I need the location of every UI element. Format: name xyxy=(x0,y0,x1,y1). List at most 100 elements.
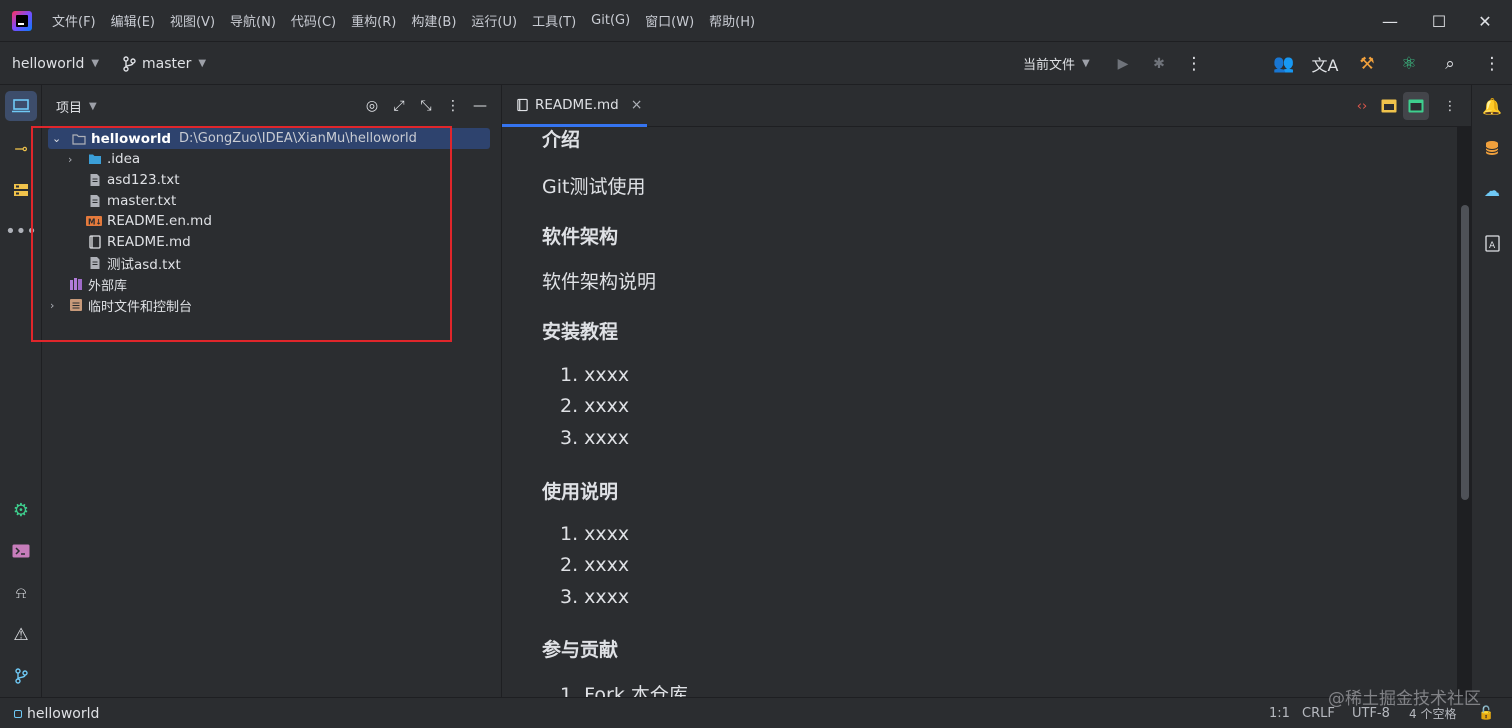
menu-file[interactable]: 文件(F) xyxy=(52,11,96,30)
root-folder-path: D:\GongZuo\IDEA\XianMu\helloworld xyxy=(179,131,417,146)
options-button[interactable]: ⋮ xyxy=(440,85,466,127)
intellij-logo-icon[interactable] xyxy=(12,10,32,31)
database-tool-button[interactable] xyxy=(1476,133,1508,163)
search-icon: ⌕ xyxy=(1445,53,1455,74)
search-button[interactable]: ⌕ xyxy=(1435,42,1465,85)
tree-item-scratches[interactable]: › 临时文件和控制台 xyxy=(50,295,192,315)
folder-icon xyxy=(72,133,86,145)
menu-view[interactable]: 视图(V) xyxy=(170,11,215,30)
menu-git[interactable]: Git(G) xyxy=(591,13,630,28)
menu-navigate[interactable]: 导航(N) xyxy=(230,11,276,30)
tab-close-icon[interactable]: × xyxy=(631,97,643,113)
tree-item-asd123[interactable]: asd123.txt xyxy=(88,170,180,190)
chevron-down-icon[interactable]: ⌄ xyxy=(52,132,66,145)
minimize-icon: — xyxy=(473,98,487,114)
panel-title[interactable]: 项目 xyxy=(56,97,82,116)
tree-item-test-asd[interactable]: 测试asd.txt xyxy=(88,253,181,273)
text-file-icon xyxy=(90,195,100,207)
menu-code[interactable]: 代码(C) xyxy=(291,11,336,30)
git-branch-icon xyxy=(123,55,136,72)
preview-icon xyxy=(1408,99,1424,113)
code-with-me-button[interactable]: 👥 xyxy=(1269,42,1299,85)
menu-help[interactable]: 帮助(H) xyxy=(709,11,755,30)
md-paragraph-intro: Git测试使用 xyxy=(542,176,646,198)
menu-run[interactable]: 运行(U) xyxy=(471,11,517,30)
minimize-button[interactable]: — xyxy=(1363,0,1417,42)
menu-edit[interactable]: 编辑(E) xyxy=(111,11,155,30)
structure-tool-button[interactable] xyxy=(5,175,37,205)
editor-only-mode-button[interactable]: ‹› xyxy=(1349,85,1375,127)
branch-name: master xyxy=(142,55,192,72)
more-vertical-icon: ⋮ xyxy=(1483,53,1501,74)
project-selector[interactable]: helloworld ▼ xyxy=(12,42,99,85)
tree-item-readme[interactable]: README.md xyxy=(88,232,191,252)
tree-item-master[interactable]: master.txt xyxy=(88,191,176,211)
preview-only-mode-button[interactable] xyxy=(1403,92,1429,120)
services-tool-button[interactable]: ⚙ xyxy=(5,495,37,525)
menu-tools[interactable]: 工具(T) xyxy=(532,11,576,30)
more-tools-button[interactable]: ••• xyxy=(5,216,37,246)
notifications-button[interactable]: 🔔 xyxy=(1476,91,1508,121)
preview-scrollbar[interactable] xyxy=(1461,205,1469,500)
status-bar: helloworld 1:1 CRLF UTF-8 4 个空格 🔓 xyxy=(0,697,1512,728)
project-tool-button[interactable] xyxy=(5,91,37,121)
menu-refactor[interactable]: 重构(R) xyxy=(351,11,396,30)
svg-text:M↓: M↓ xyxy=(88,218,102,227)
editor-and-preview-button[interactable] xyxy=(1376,85,1402,127)
status-project[interactable]: helloworld xyxy=(14,698,99,728)
play-icon: ▶ xyxy=(1117,55,1129,72)
editor-area: README.md × ‹› ⋮ 介绍 Git测试使用 软件架构 软件架构说明 … xyxy=(502,85,1471,697)
build-tools-button[interactable]: ⚒ xyxy=(1352,42,1382,85)
commit-tool-button[interactable]: ⊸ xyxy=(5,133,37,163)
chevron-right-icon[interactable]: › xyxy=(50,299,64,312)
close-button[interactable]: ✕ xyxy=(1458,0,1512,42)
project-name: helloworld xyxy=(12,55,85,72)
more-actions-button[interactable]: ⋮ xyxy=(1179,42,1209,85)
maximize-icon: ☐ xyxy=(1431,11,1447,31)
run-config-selector[interactable]: 当前文件 ▼ xyxy=(1023,42,1090,85)
menu-build[interactable]: 构建(B) xyxy=(411,11,456,30)
expand-icon: ⤢ xyxy=(393,98,405,114)
scratches-icon xyxy=(70,299,82,311)
tree-item-label: 测试asd.txt xyxy=(107,257,181,273)
remote-hosts-button[interactable]: ☁ xyxy=(1476,175,1508,205)
editor-tab-bar: README.md × ‹› ⋮ xyxy=(502,85,1471,127)
chevron-right-icon[interactable]: › xyxy=(68,153,82,166)
tree-item-idea[interactable]: › .idea xyxy=(68,149,140,169)
tree-item-external-libs[interactable]: 外部库 xyxy=(69,274,127,294)
git-tool-button[interactable] xyxy=(5,661,37,691)
notifications-problems-button[interactable]: ⍾ xyxy=(5,578,37,608)
tab-label: README.md xyxy=(535,96,619,113)
caret-position[interactable]: 1:1 xyxy=(1269,698,1290,728)
tree-item-readme-en[interactable]: M↓ README.en.md xyxy=(86,211,212,231)
settings-more-button[interactable]: ⋮ xyxy=(1477,42,1507,85)
tree-root-helloworld[interactable]: ⌄ helloworld D:\GongZuo\IDEA\XianMu\hell… xyxy=(48,128,490,149)
md-paragraph-architecture: 软件架构说明 xyxy=(542,271,657,293)
translation-panel-button[interactable]: A xyxy=(1476,228,1508,258)
run-button[interactable]: ▶ xyxy=(1108,42,1138,85)
tree-item-label: README.en.md xyxy=(107,213,212,229)
more-vertical-icon: ⋮ xyxy=(1185,53,1203,74)
translate-icon: 文A xyxy=(1311,55,1339,75)
editor-more-button[interactable]: ⋮ xyxy=(1437,85,1463,127)
terminal-tool-button[interactable] xyxy=(5,536,37,566)
project-panel: 项目 ▼ ◎ ⤢ ⤡ ⋮ — ⌄ helloworld D:\GongZuo\I… xyxy=(42,85,502,697)
tab-readme[interactable]: README.md × xyxy=(502,85,647,127)
menu-window[interactable]: 窗口(W) xyxy=(645,11,694,30)
gear-icon: ⚙ xyxy=(12,499,30,521)
md-heading-architecture: 软件架构 xyxy=(542,226,619,248)
md-heading-contribute: 参与贡献 xyxy=(542,639,619,661)
expand-all-button[interactable]: ⤢ xyxy=(386,85,412,127)
translate-button[interactable]: 文A xyxy=(1310,42,1340,85)
folder-icon xyxy=(89,154,101,164)
ai-assistant-button[interactable]: ⚛ xyxy=(1394,42,1424,85)
branch-selector[interactable]: master ▼ xyxy=(122,42,206,85)
locate-file-button[interactable]: ◎ xyxy=(359,85,385,127)
chevron-down-icon[interactable]: ▼ xyxy=(89,101,97,112)
md-list-item: 1. xxxx xyxy=(560,523,630,545)
hide-panel-button[interactable]: — xyxy=(467,85,493,127)
problems-tool-button[interactable]: ⚠ xyxy=(5,620,37,650)
md-heading-intro: 介绍 xyxy=(542,129,581,151)
debug-button[interactable]: ✱ xyxy=(1144,42,1174,85)
collapse-all-button[interactable]: ⤡ xyxy=(413,85,439,127)
